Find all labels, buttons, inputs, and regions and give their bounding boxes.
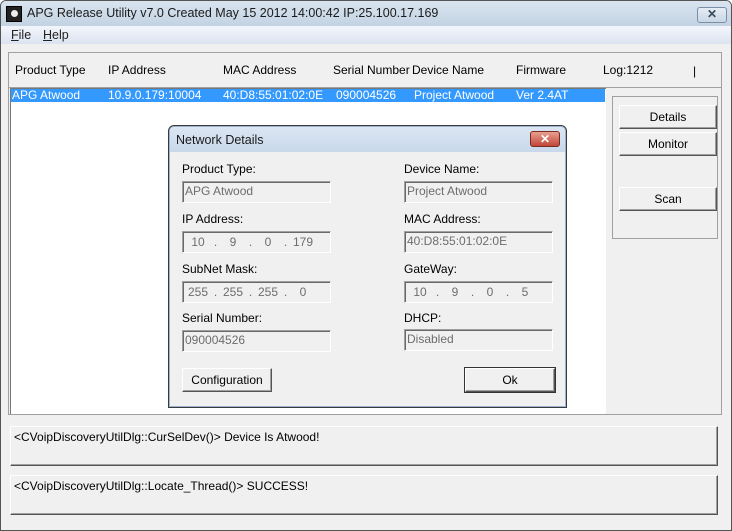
log-count: Log:1212 (603, 63, 654, 77)
subnet-octet-3: 255 (257, 285, 279, 299)
dhcp-label: DHCP: (404, 311, 442, 325)
status-line-1: <CVoipDiscoveryUtilDlg::CurSelDev()> Dev… (10, 426, 718, 466)
product-type-field: APG Atwood (182, 181, 331, 203)
column-header-device-name[interactable]: Device Name (412, 63, 484, 77)
product-type-label: Product Type: (182, 162, 256, 176)
menu-file[interactable]: File (11, 28, 31, 42)
dialog-title: Network Details (176, 133, 264, 147)
window-title: APG Release Utility v7.0 Created May 15 … (27, 6, 439, 20)
serial-number-field: 090004526 (182, 330, 331, 352)
ip-dot: . (248, 235, 253, 249)
cell-mac-address: 40:D8:55:01:02:0E (223, 88, 324, 102)
window-close-button[interactable]: ✕ (697, 7, 727, 23)
gateway-octet-1: 10 (413, 285, 427, 299)
ip-address-label: IP Address: (182, 212, 244, 226)
column-header-mac-address[interactable]: MAC Address (223, 63, 296, 77)
gateway-octet-2: 9 (451, 285, 459, 299)
gateway-octet-3: 0 (486, 285, 494, 299)
network-details-dialog: Network Details ✕ Product Type: APG Atwo… (168, 125, 567, 408)
gateway-octet-4: 5 (521, 285, 529, 299)
menu-help-rest: elp (52, 28, 69, 42)
gateway-label: GateWay: (404, 262, 457, 276)
ip-address-field: 10. 9. 0. 179 (182, 231, 331, 253)
subnet-mask-field: 255. 255. 255. 0 (182, 281, 331, 303)
dhcp-field: Disabled (404, 329, 553, 351)
ip-octet-1: 10 (191, 235, 205, 249)
ip-dot: . (435, 285, 440, 299)
ip-dot: . (283, 285, 288, 299)
serial-number-label: Serial Number: (182, 311, 263, 325)
close-icon: ✕ (539, 132, 551, 146)
main-window: APG Release Utility v7.0 Created May 15 … (0, 0, 732, 531)
dialog-body: Product Type: APG Atwood Device Name: Pr… (175, 152, 560, 403)
status-line-2: <CVoipDiscoveryUtilDlg::Locate_Thread()>… (10, 475, 718, 515)
column-header-serial-number[interactable]: Serial Number (333, 63, 410, 77)
menu-bar: File Help (1, 26, 731, 44)
mac-address-field: 40:D8:55:01:02:0E (404, 231, 553, 253)
subnet-octet-4: 0 (299, 285, 307, 299)
menu-file-rest: ile (18, 28, 32, 42)
menu-file-accel: F (11, 28, 19, 42)
ip-octet-4: 179 (292, 235, 314, 249)
mac-address-label: MAC Address: (404, 212, 481, 226)
actions-group: Details Monitor Scan (612, 96, 718, 239)
title-bar[interactable]: APG Release Utility v7.0 Created May 15 … (1, 1, 731, 26)
cell-device-name: Project Atwood (414, 88, 495, 102)
cell-firmware: Ver 2.4AT (516, 88, 569, 102)
subnet-octet-1: 255 (187, 285, 209, 299)
column-header-product-type[interactable]: Product Type (15, 63, 86, 77)
cell-ip-address: 10.9.0.179:10004 (108, 88, 202, 102)
configuration-button[interactable]: Configuration (182, 368, 272, 392)
device-name-label: Device Name: (404, 162, 480, 176)
dialog-title-bar[interactable]: Network Details ✕ (170, 127, 565, 152)
device-name-field: Project Atwood (404, 181, 553, 203)
ip-dot: . (283, 235, 288, 249)
scan-button[interactable]: Scan (619, 187, 717, 211)
app-icon (6, 6, 22, 22)
ip-dot: . (213, 285, 218, 299)
ip-dot: . (470, 285, 475, 299)
menu-help[interactable]: Help (43, 28, 69, 42)
subnet-mask-label: SubNet Mask: (182, 262, 258, 276)
ip-dot: . (248, 285, 253, 299)
column-header-ip-address[interactable]: IP Address (108, 63, 166, 77)
details-button[interactable]: Details (619, 105, 717, 129)
device-list-header: Product Type IP Address MAC Address Seri… (9, 53, 721, 88)
table-row[interactable]: APG Atwood 10.9.0.179:10004 40:D8:55:01:… (11, 89, 605, 102)
ip-octet-2: 9 (229, 235, 237, 249)
ok-button[interactable]: Ok (464, 367, 556, 393)
gateway-field: 10. 9. 0. 5 (404, 281, 553, 303)
column-header-firmware[interactable]: Firmware (516, 63, 566, 77)
cell-serial-number: 090004526 (336, 88, 397, 102)
monitor-button[interactable]: Monitor (619, 132, 717, 156)
dialog-close-button[interactable]: ✕ (530, 131, 560, 147)
close-icon: ✕ (706, 7, 718, 21)
ip-octet-3: 0 (264, 235, 272, 249)
column-separator: | (693, 64, 697, 78)
menu-help-accel: H (43, 28, 53, 42)
ip-dot: . (505, 285, 510, 299)
subnet-octet-2: 255 (222, 285, 244, 299)
cell-product-type: APG Atwood (12, 88, 81, 102)
ip-dot: . (213, 235, 218, 249)
